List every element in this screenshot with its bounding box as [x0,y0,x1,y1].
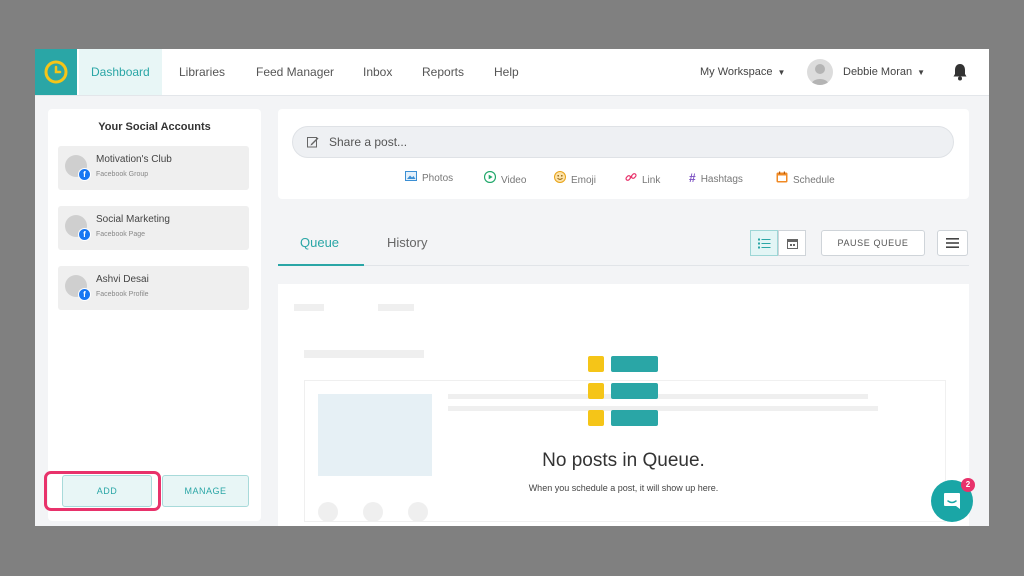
tool-emoji[interactable]: Emoji [554,171,596,186]
caret-down-icon: ▼ [917,68,926,77]
list-icon [757,238,770,248]
post-composer: Share a post... Photos Video Emoji Link … [278,109,969,199]
clock-logo-icon [44,60,68,84]
empty-queue-subtitle: When you schedule a post, it will show u… [528,483,719,493]
bell-icon[interactable] [952,63,968,81]
tabs-divider [278,265,969,266]
empty-queue-title: No posts in Queue. [542,450,705,471]
social-accounts-title: Your Social Accounts [98,121,211,133]
nav-libraries[interactable]: Libraries [179,49,225,95]
account-type: Facebook Profile [96,291,149,298]
pause-queue-button[interactable]: PAUSE QUEUE [821,230,925,256]
facebook-icon: f [78,228,91,241]
hashtag-icon: # [689,171,696,185]
workspace-label: My Workspace [700,66,773,78]
account-item[interactable]: f Social Marketing Facebook Page [58,206,249,250]
nav-dashboard[interactable]: Dashboard [79,49,162,95]
account-type: Facebook Page [96,231,146,238]
menu-icon [946,238,959,248]
tool-label: Emoji [571,175,597,186]
tool-label: Video [501,175,527,186]
emoji-icon [554,171,566,183]
nav-inbox[interactable]: Inbox [363,49,392,95]
tab-queue[interactable]: Queue [300,235,339,250]
tool-photos[interactable]: Photos [405,171,453,184]
queue-panel: No posts in Queue. When you schedule a p… [278,284,969,526]
share-post-placeholder: Share a post... [329,135,408,149]
options-menu-button[interactable] [937,230,968,256]
workspace-dropdown[interactable]: My Workspace ▼ [700,49,785,95]
account-name: Social Marketing [96,214,170,225]
account-name: Motivation's Club [96,154,172,165]
nav-help[interactable]: Help [494,49,519,95]
user-name: Debbie Moran [843,66,913,78]
user-silhouette-icon [811,64,829,85]
image-icon [405,171,417,181]
list-view-button[interactable] [750,230,778,256]
tool-link[interactable]: Link [625,171,660,186]
nav-feed-manager[interactable]: Feed Manager [256,49,334,95]
tool-label: Link [642,175,661,186]
social-accounts-panel: Your Social Accounts f Motivation's Club… [48,109,261,521]
link-icon [625,173,637,181]
tool-label: Hashtags [700,174,743,185]
user-avatar[interactable] [807,59,833,85]
calendar-icon [776,171,788,183]
account-item[interactable]: f Ashvi Desai Facebook Profile [58,266,249,310]
tool-hashtags[interactable]: # Hashtags [689,171,743,185]
manage-accounts-button[interactable]: MANAGE [162,475,249,507]
chat-icon [944,493,960,509]
nav-reports[interactable]: Reports [422,49,464,95]
queue-list-icon [588,356,658,426]
facebook-icon: f [78,288,91,301]
tool-video[interactable]: Video [484,171,526,186]
tab-history[interactable]: History [387,235,427,250]
tab-active-indicator [278,264,364,266]
play-icon [484,171,496,183]
edit-icon [307,137,319,148]
app-window: Dashboard Libraries Feed Manager Inbox R… [35,49,989,526]
account-item[interactable]: f Motivation's Club Facebook Group [58,146,249,190]
share-post-input[interactable]: Share a post... [292,126,954,158]
app-logo[interactable] [35,49,77,95]
calendar-view-button[interactable] [778,230,806,256]
caret-down-icon: ▼ [777,68,786,77]
facebook-icon: f [78,168,91,181]
top-nav: Dashboard Libraries Feed Manager Inbox R… [35,49,989,96]
user-menu[interactable]: Debbie Moran ▼ [843,49,925,95]
account-name: Ashvi Desai [96,274,149,285]
tool-label: Photos [422,173,454,184]
calendar-icon [786,238,798,249]
account-type: Facebook Group [96,171,149,178]
tool-schedule[interactable]: Schedule [776,171,835,186]
chat-notification-badge: 2 [961,478,975,492]
add-button-highlight [44,471,161,511]
tool-label: Schedule [793,175,835,186]
